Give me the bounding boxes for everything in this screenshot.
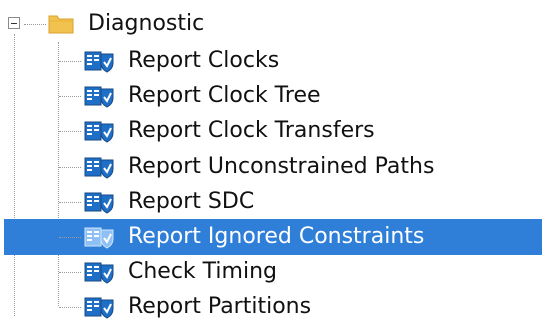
tree-node-diagnostic[interactable]: Diagnostic — [88, 7, 204, 41]
tree-item-label: Report Ignored Constraints — [128, 224, 425, 249]
tree-line — [59, 61, 81, 62]
tree-item[interactable]: Report Clocks — [0, 43, 542, 79]
report-task-icon — [84, 86, 114, 108]
tree-item-label: Check Timing — [128, 259, 277, 285]
tree-line — [59, 166, 81, 168]
collapse-toggle[interactable] — [8, 17, 20, 29]
tree-item[interactable]: Report Unconstrained Paths — [0, 149, 542, 185]
tree-item[interactable]: Report Partitions — [0, 289, 542, 325]
tree-item-label: Report SDC — [128, 188, 255, 214]
tree-line — [24, 24, 46, 25]
report-task-icon — [84, 227, 114, 249]
tree-item[interactable]: Check Timing — [0, 254, 542, 290]
tree-line — [59, 131, 81, 133]
task-tree: Diagnostic Report Clocks Report Clock Tre… — [0, 0, 542, 319]
tree-line — [59, 237, 81, 238]
report-task-icon — [84, 121, 114, 143]
tree-line — [59, 307, 81, 309]
tree-item-label: Report Clocks — [128, 48, 280, 73]
tree-item-label: Report Partitions — [128, 294, 312, 320]
report-task-icon — [84, 192, 114, 214]
tree-line — [59, 272, 81, 274]
report-task-icon — [84, 157, 114, 179]
tree-item-label: Report Clock Transfers — [128, 118, 375, 144]
tree-item[interactable]: Report Clock Transfers — [0, 113, 542, 149]
report-task-icon — [84, 51, 114, 73]
folder-icon — [48, 15, 74, 34]
report-task-icon — [84, 262, 114, 284]
tree-line — [59, 201, 81, 203]
tree-item-label: Report Unconstrained Paths — [128, 153, 435, 179]
tree-item[interactable]: Report SDC — [0, 184, 542, 220]
tree-item[interactable]: Report Ignored Constraints — [0, 219, 542, 255]
tree-item-label: Report Clock Tree — [128, 83, 321, 109]
tree-line — [59, 96, 81, 98]
tree-item[interactable]: Report Clock Tree — [0, 78, 542, 114]
